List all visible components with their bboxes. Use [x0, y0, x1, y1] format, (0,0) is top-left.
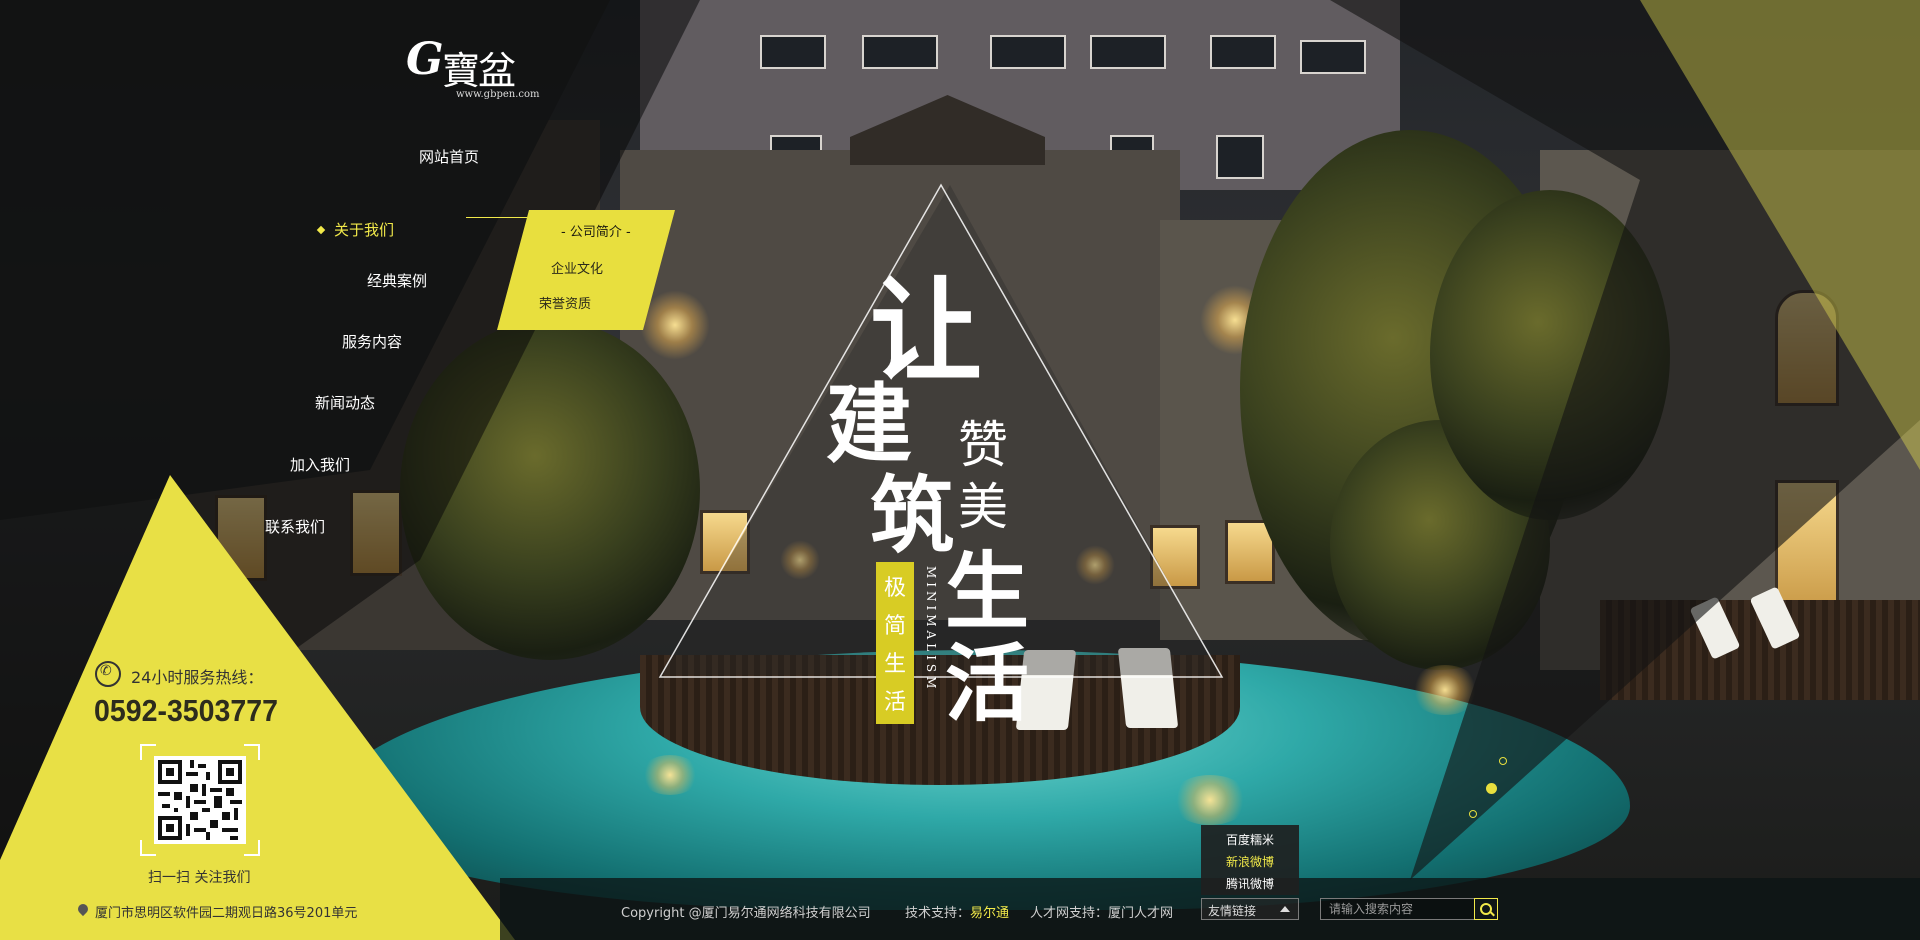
decor-dot — [1486, 783, 1497, 794]
friend-link-item[interactable]: 新浪微博 — [1226, 853, 1274, 870]
friend-link-item[interactable]: 百度糯米 — [1226, 831, 1274, 848]
talent-support-link[interactable]: 厦门人才网 — [1108, 906, 1173, 921]
tag-char: 生 — [883, 652, 906, 677]
footer-tech-support: 技术支持：易尔通 — [905, 902, 1009, 921]
hero-char-zan: 赞 — [958, 416, 1008, 474]
qr-code — [154, 756, 246, 844]
hero-char-sheng: 生 — [945, 542, 1030, 641]
search-input[interactable] — [1320, 898, 1475, 920]
decor-dot — [1499, 757, 1507, 765]
minimalism-tag: 极 简 生 活 — [876, 562, 914, 724]
tag-char: 极 — [883, 576, 906, 601]
talent-support-label: 人才网支持： — [1030, 906, 1109, 921]
search-button[interactable] — [1474, 898, 1498, 920]
hero-char-mei: 美 — [958, 478, 1008, 536]
tag-char: 简 — [883, 614, 906, 639]
hero-char-jian: 建 — [826, 374, 912, 475]
friend-links-dropdown: 百度糯米 新浪微博 腾讯微博 — [1201, 825, 1299, 895]
friend-links-select[interactable]: 友情链接 — [1201, 898, 1299, 920]
phone-icon — [95, 661, 121, 687]
qr-code-icon — [158, 760, 242, 840]
footer-talent-support: 人才网支持：厦门人才网 — [1030, 902, 1173, 921]
hero-char-zhu: 筑 — [870, 466, 955, 565]
company-address: 厦门市思明区软件园二期观日路36号201单元 — [95, 906, 358, 921]
hero-char-rang: 让 — [870, 266, 982, 397]
friend-link-item[interactable]: 腾讯微博 — [1226, 875, 1274, 892]
hotline-number: 0592-3503777 — [94, 693, 278, 728]
footer-copyright: Copyright @厦门易尔通网络科技有限公司 — [621, 906, 871, 921]
qr-caption: 扫一扫 关注我们 — [148, 870, 251, 886]
tech-support-link[interactable]: 易尔通 — [970, 906, 1009, 921]
hero-char-huo: 活 — [945, 634, 1030, 733]
hotline-label: 24小时服务热线： — [131, 668, 264, 687]
decor-dot — [1469, 810, 1477, 818]
caret-up-icon — [1280, 906, 1290, 912]
qr-code-frame — [140, 744, 260, 856]
minimalism-en: MINIMALISM — [924, 566, 938, 693]
friend-links-select-label: 友情链接 — [1208, 904, 1257, 918]
qr-corner — [244, 840, 260, 856]
qr-corner — [244, 744, 260, 760]
tag-char: 活 — [883, 690, 906, 715]
tech-support-label: 技术支持： — [905, 906, 971, 921]
